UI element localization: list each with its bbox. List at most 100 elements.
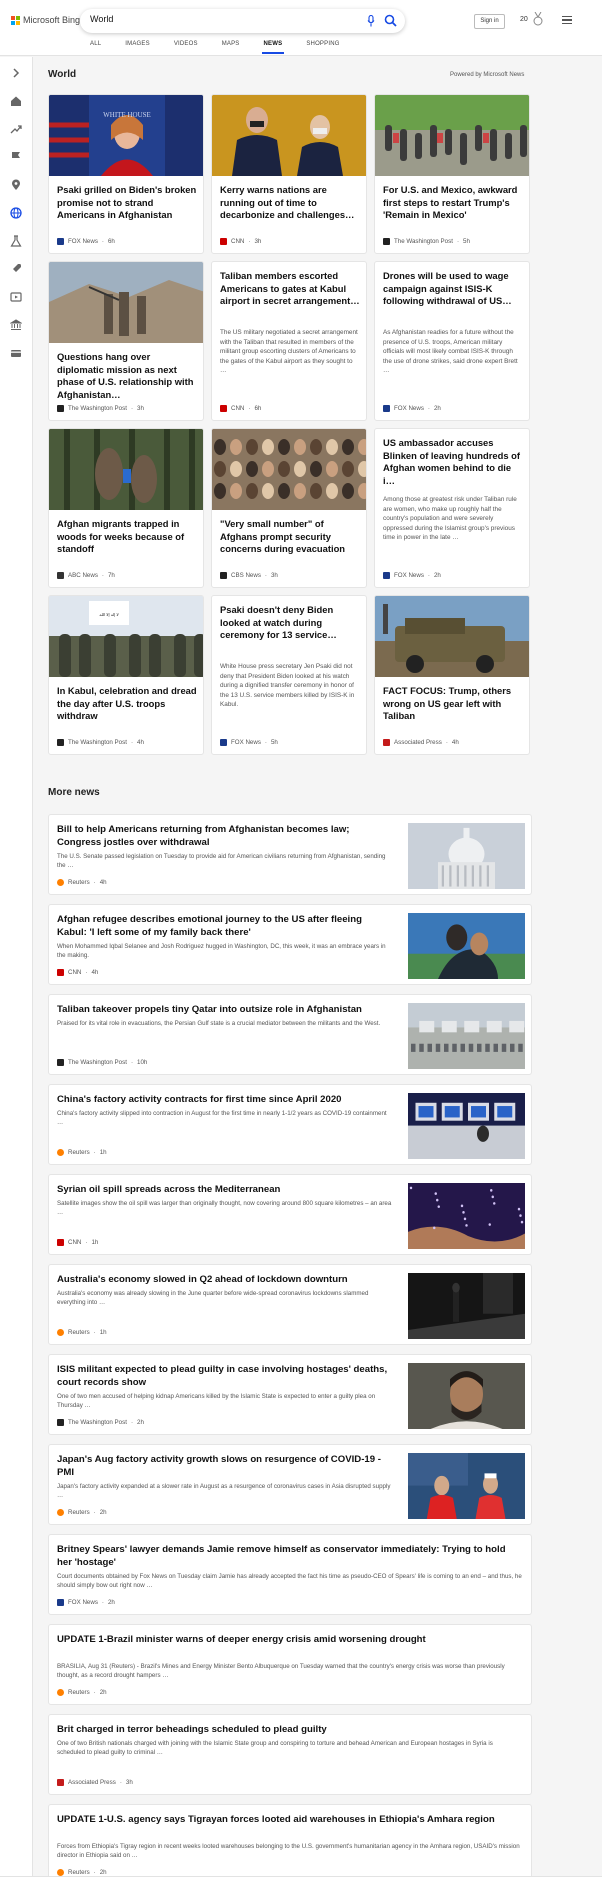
news-photo[interactable] [408,1453,525,1519]
news-card-source[interactable]: CNN · 6h [220,405,261,412]
news-card[interactable]: Questions hang over diplomatic mission a… [48,261,204,421]
news-photo[interactable] [375,95,530,176]
tab-images[interactable]: IMAGES [125,41,150,47]
news-card-image[interactable] [212,429,367,510]
tab-all[interactable]: ALL [90,41,101,47]
news-photo[interactable] [49,429,204,510]
news-card[interactable]: For U.S. and Mexico, awkward first steps… [374,94,530,254]
more-news-item[interactable]: Japan's Aug factory activity growth slow… [48,1444,532,1525]
more-news-source[interactable]: CNN · 4h [57,969,98,976]
news-card-title[interactable]: FACT FOCUS: Trump, others wrong on US ge… [383,685,523,723]
news-card-image[interactable] [49,262,204,343]
more-news-source[interactable]: Reuters · 2h [57,1869,107,1876]
more-news-item[interactable]: Britney Spears' lawyer demands Jamie rem… [48,1534,532,1615]
more-news-source[interactable]: Associated Press · 3h [57,1779,133,1786]
more-news-item[interactable]: Bill to help Americans returning from Af… [48,814,532,895]
news-card-source[interactable]: The Washington Post · 3h [57,405,144,412]
home-icon[interactable] [10,95,22,107]
news-card-title[interactable]: Afghan migrants trapped in woods for wee… [57,518,197,556]
more-news-item[interactable]: Syrian oil spill spreads across the Medi… [48,1174,532,1255]
news-card[interactable]: WHITE HOUSE Psaki grilled on Biden's brok… [48,94,204,254]
more-news-title[interactable]: Bill to help Americans returning from Af… [57,823,392,849]
news-card-image[interactable]: WHITE HOUSE [49,95,204,176]
more-news-title[interactable]: UPDATE 1-Brazil minister warns of deeper… [57,1633,517,1646]
more-news-image[interactable] [408,1093,525,1159]
more-news-title[interactable]: Britney Spears' lawyer demands Jamie rem… [57,1543,517,1569]
news-card-title[interactable]: In Kabul, celebration and dread the day … [57,685,197,723]
more-news-title[interactable]: Afghan refugee describes emotional journ… [57,913,392,939]
news-card[interactable]: Psaki doesn't deny Biden looked at watch… [211,595,367,755]
bing-logo[interactable]: Microsoft Bing [11,15,80,25]
news-card[interactable]: Drones will be used to wage campaign aga… [374,261,530,421]
search-input[interactable] [90,14,340,24]
news-card-title[interactable]: Taliban members escorted Americans to ga… [220,270,360,308]
expand-chevron-icon[interactable] [10,67,22,79]
more-news-item[interactable]: Australia's economy slowed in Q2 ahead o… [48,1264,532,1345]
news-card-title[interactable]: Drones will be used to wage campaign aga… [383,270,523,308]
news-card-source[interactable]: CBS News · 3h [220,572,278,579]
globe-icon[interactable] [10,207,22,219]
rewards-medal-icon[interactable] [532,12,544,26]
more-news-image[interactable] [408,913,525,979]
news-photo[interactable] [408,1183,525,1249]
more-news-item[interactable]: ISIS militant expected to plead guilty i… [48,1354,532,1435]
news-card[interactable]: لا إله إلا الله In Kabul, celebration and… [48,595,204,755]
news-card[interactable]: Afghan migrants trapped in woods for wee… [48,428,204,588]
more-news-source[interactable]: Reuters · 4h [57,879,107,886]
more-news-source[interactable]: The Washington Post · 2h [57,1419,144,1426]
more-news-source[interactable]: Reuters · 1h [57,1149,107,1156]
menu-icon[interactable] [562,16,572,24]
news-card-source[interactable]: The Washington Post · 5h [383,238,470,245]
news-card-title[interactable]: US ambassador accuses Blinken of leaving… [383,437,523,487]
news-photo[interactable] [408,1093,525,1159]
news-photo[interactable] [408,1363,525,1429]
money-icon[interactable] [10,347,22,359]
news-card-title[interactable]: Psaki doesn't deny Biden looked at watch… [220,604,360,642]
location-pin-icon[interactable] [10,179,22,191]
more-news-source[interactable]: FOX News · 2h [57,1599,115,1606]
politics-icon[interactable] [10,319,22,331]
news-card-title[interactable]: Psaki grilled on Biden's broken promise … [57,184,197,222]
news-card-source[interactable]: CNN · 3h [220,238,261,245]
news-photo[interactable] [212,429,367,510]
more-news-item[interactable]: Brit charged in terror beheadings schedu… [48,1714,532,1795]
news-card-image[interactable] [212,95,366,176]
news-photo[interactable] [49,262,204,343]
powered-by-label[interactable]: Powered by Microsoft News [450,72,524,78]
news-photo[interactable] [408,1273,525,1339]
news-card-image[interactable] [375,95,530,176]
more-news-title[interactable]: Japan's Aug factory activity growth slow… [57,1453,392,1479]
more-news-title[interactable]: ISIS militant expected to plead guilty i… [57,1363,392,1389]
news-card-source[interactable]: FOX News · 6h [57,238,115,245]
news-photo[interactable]: لا إله إلا الله [49,596,204,677]
news-card-source[interactable]: FOX News · 2h [383,405,441,412]
tab-videos[interactable]: VIDEOS [174,41,198,47]
search-icon[interactable] [384,14,397,27]
news-card-source[interactable]: Associated Press · 4h [383,739,459,746]
news-photo[interactable] [408,1003,525,1069]
news-card[interactable]: Taliban members escorted Americans to ga… [211,261,367,421]
news-card[interactable]: "Very small number" of Afghans prompt se… [211,428,367,588]
news-card[interactable]: Kerry warns nations are running out of t… [211,94,367,254]
more-news-item[interactable]: UPDATE 1-U.S. agency says Tigrayan force… [48,1804,532,1885]
science-icon[interactable] [10,235,22,247]
news-card-image[interactable]: لا إله إلا الله [49,596,204,677]
more-news-image[interactable] [408,823,525,889]
more-news-image[interactable] [408,1183,525,1249]
news-card[interactable]: US ambassador accuses Blinken of leaving… [374,428,530,588]
more-news-source[interactable]: CNN · 1h [57,1239,98,1246]
trending-icon[interactable] [10,123,22,135]
sign-in-button[interactable]: Sign in [474,14,505,29]
more-news-image[interactable] [408,1003,525,1069]
news-photo[interactable] [408,823,525,889]
tab-shopping[interactable]: SHOPPING [306,41,339,47]
more-news-image[interactable] [408,1453,525,1519]
news-card-source[interactable]: FOX News · 5h [220,739,278,746]
news-photo[interactable]: WHITE HOUSE [49,95,204,176]
news-card-title[interactable]: Kerry warns nations are running out of t… [220,184,360,222]
more-news-image[interactable] [408,1363,525,1429]
more-news-title[interactable]: Taliban takeover propels tiny Qatar into… [57,1003,392,1016]
news-photo[interactable] [375,596,530,677]
news-card-title[interactable]: For U.S. and Mexico, awkward first steps… [383,184,523,222]
more-news-item[interactable]: China's factory activity contracts for f… [48,1084,532,1165]
